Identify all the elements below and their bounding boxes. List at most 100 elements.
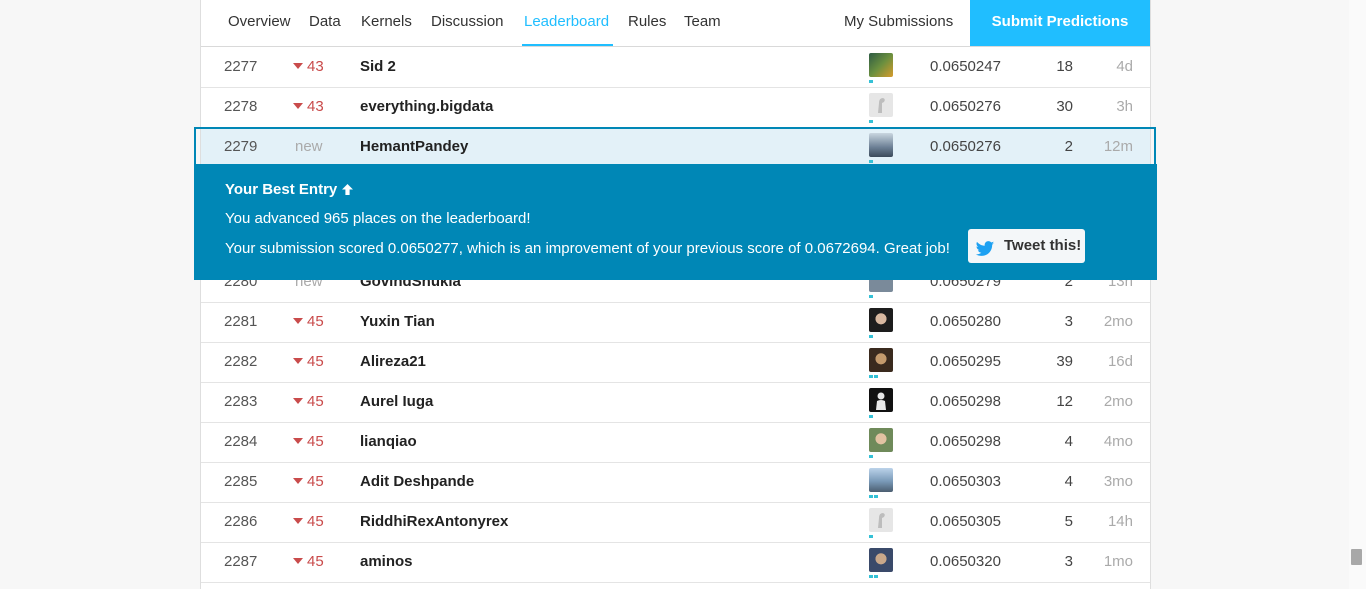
avatar[interactable] (869, 308, 893, 332)
rank-change-value: 45 (307, 313, 324, 330)
rank: 2281 (224, 313, 258, 330)
avatar[interactable] (869, 428, 893, 452)
last-submission: 1mo (1103, 553, 1133, 570)
tab-overview[interactable]: Overview (228, 0, 291, 46)
score: 0.0650298 (930, 393, 1001, 410)
rank: 2287 (224, 553, 258, 570)
down-arrow-icon (293, 398, 303, 404)
rank-change-value: 45 (307, 473, 324, 490)
avatar[interactable] (869, 53, 893, 77)
rank: 2285 (224, 473, 258, 490)
team-name[interactable]: Sid 2 (360, 47, 396, 87)
rank-change-value: 45 (307, 553, 324, 570)
score: 0.0650303 (930, 473, 1001, 490)
table-row[interactable]: 2286 45 RiddhiRexAntonyrex 0.0650305 5 1… (201, 502, 1150, 543)
rank: 2283 (224, 393, 258, 410)
team-name[interactable]: Adit Deshpande (360, 462, 474, 502)
avatar[interactable] (869, 93, 893, 117)
down-arrow-icon (293, 358, 303, 364)
down-arrow-icon (293, 478, 303, 484)
table-row[interactable]: 2281 45 Yuxin Tian 0.0650280 3 2mo (201, 302, 1150, 343)
team-name[interactable]: Aurel Iuga (360, 382, 433, 422)
twitter-bird-icon (975, 237, 997, 256)
entries: 3 (1064, 553, 1073, 570)
table-row[interactable]: 2287 45 aminos 0.0650320 3 1mo (201, 542, 1150, 583)
tab-team[interactable]: Team (684, 0, 721, 46)
vertical-scrollbar[interactable] (1349, 0, 1366, 589)
entries: 12 (1056, 393, 1073, 410)
table-row[interactable]: 2282 45 Alireza21 0.0650295 39 16d (201, 342, 1150, 383)
tier-dots (869, 495, 878, 498)
avatar[interactable] (869, 468, 893, 492)
score: 0.0650295 (930, 353, 1001, 370)
tweet-button[interactable]: Tweet this! (968, 229, 1085, 263)
tier-dots (869, 120, 873, 123)
rank-change: 43 (293, 47, 324, 87)
tier-dots (869, 575, 878, 578)
rank-change: 43 (293, 87, 324, 127)
tab-discussion[interactable]: Discussion (431, 0, 504, 46)
tab-rules[interactable]: Rules (628, 0, 666, 46)
rank-change: 45 (293, 422, 324, 462)
score: 0.0650276 (930, 98, 1001, 115)
tier-dots (869, 335, 873, 338)
rank-change-value: 45 (307, 513, 324, 530)
avatar[interactable] (869, 508, 893, 532)
last-submission: 16d (1107, 353, 1133, 370)
table-row[interactable]: 2285 45 Adit Deshpande 0.0650303 4 3mo (201, 462, 1150, 503)
entries: 3 (1064, 313, 1073, 330)
last-submission: 2mo (1103, 313, 1133, 330)
team-name[interactable]: everything.bigdata (360, 87, 493, 127)
entries: 4 (1064, 433, 1073, 450)
team-name[interactable]: Yuxin Tian (360, 302, 435, 342)
last-submission: 14h (1107, 513, 1133, 530)
best-entry-banner: Your Best Entry You advanced 965 places … (194, 164, 1157, 280)
score: 0.0650298 (930, 433, 1001, 450)
table-row[interactable]: 2277 43 Sid 2 0.0650247 18 4d (201, 47, 1150, 88)
avatar[interactable] (869, 348, 893, 372)
avatar[interactable] (869, 548, 893, 572)
score: 0.0650320 (930, 553, 1001, 570)
table-row[interactable]: 2278 43 everything.bigdata 0.0650276 30 … (201, 87, 1150, 128)
rank-change: 45 (293, 382, 324, 422)
last-submission: 3h (1116, 98, 1133, 115)
scrollbar-thumb[interactable] (1351, 549, 1362, 565)
score: 0.0650305 (930, 513, 1001, 530)
leaderboard-panel: Overview Data Kernels Discussion Leaderb… (200, 0, 1151, 589)
arrow-up-icon (341, 183, 354, 200)
competition-nav: Overview Data Kernels Discussion Leaderb… (201, 0, 1150, 47)
score: 0.0650280 (930, 313, 1001, 330)
table-row[interactable]: 2284 45 lianqiao 0.0650298 4 4mo (201, 422, 1150, 463)
team-name[interactable]: Alireza21 (360, 342, 426, 382)
entries: 18 (1056, 58, 1073, 75)
rank-change: 45 (293, 462, 324, 502)
rank-change: 45 (293, 502, 324, 542)
down-arrow-icon (293, 518, 303, 524)
score: 0.0650247 (930, 58, 1001, 75)
rank-change-value: 45 (307, 393, 324, 410)
team-name[interactable]: RiddhiRexAntonyrex (360, 502, 508, 542)
team-name[interactable]: aminos (360, 542, 413, 582)
submit-predictions-button[interactable]: Submit Predictions (970, 0, 1150, 46)
rank: 2282 (224, 353, 258, 370)
down-arrow-icon (293, 103, 303, 109)
down-arrow-icon (293, 558, 303, 564)
my-submissions-link[interactable]: My Submissions (844, 0, 953, 46)
rank: 2277 (224, 58, 258, 75)
tier-dots (869, 295, 873, 298)
last-submission: 3mo (1103, 473, 1133, 490)
tab-kernels[interactable]: Kernels (361, 0, 412, 46)
avatar[interactable] (869, 388, 893, 412)
rank-change: 45 (293, 342, 324, 382)
last-submission: 4d (1116, 58, 1133, 75)
entries: 30 (1056, 98, 1073, 115)
table-row[interactable]: 2283 45 Aurel Iuga 0.0650298 12 2mo (201, 382, 1150, 423)
best-entry-title: Your Best Entry (225, 181, 354, 200)
rank-change-value: 43 (307, 98, 324, 115)
down-arrow-icon (293, 63, 303, 69)
last-submission: 4mo (1103, 433, 1133, 450)
tab-leaderboard[interactable]: Leaderboard (521, 0, 614, 46)
tab-data[interactable]: Data (309, 0, 341, 46)
tier-dots (869, 375, 878, 378)
team-name[interactable]: lianqiao (360, 422, 417, 462)
